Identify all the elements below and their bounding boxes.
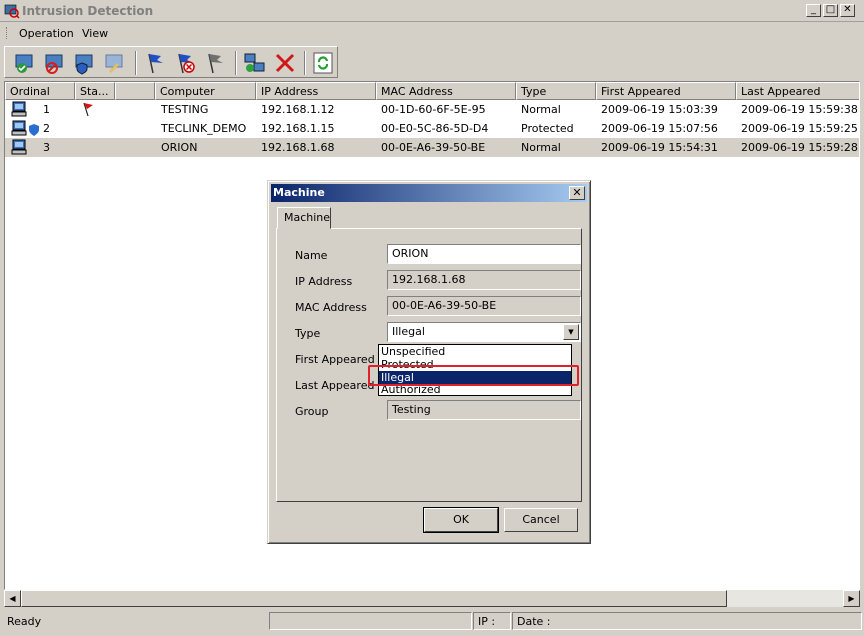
column-blank[interactable] (115, 82, 155, 100)
toolbar (4, 46, 338, 78)
cell-first-appeared: 2009-06-19 15:07:56 (601, 122, 718, 135)
computer-icon (11, 101, 27, 117)
column-ip-address[interactable]: IP Address (256, 82, 376, 100)
toolbar-separator (304, 51, 306, 75)
delete-icon[interactable] (273, 51, 297, 75)
cell-type: Normal (521, 141, 561, 154)
app-icon (4, 4, 20, 19)
cell-type: Normal (521, 103, 561, 116)
toolbar-separator (135, 51, 137, 75)
name-label: Name (295, 249, 328, 262)
cell-ordinal: 2 (43, 122, 50, 135)
table-row[interactable]: 2 TECLINK_DEMO 192.168.1.15 00-E0-5C-86-… (5, 119, 859, 138)
ip-address-field: 192.168.1.68 (387, 270, 581, 290)
machine-dialog: Machine ✕ Machine Name ORION IP Address … (267, 180, 591, 544)
cancel-button[interactable]: Cancel (504, 508, 578, 532)
tab-machine[interactable]: Machine (277, 207, 331, 229)
scroll-left-button[interactable]: ◀ (4, 590, 21, 607)
maximize-button[interactable]: □ (823, 4, 838, 17)
flag-gray-icon[interactable] (203, 51, 227, 75)
dialog-close-button[interactable]: ✕ (569, 186, 585, 200)
column-mac-address[interactable]: MAC Address (376, 82, 516, 100)
computer-icon (11, 139, 27, 155)
dialog-title-bar: Machine ✕ (271, 184, 587, 202)
column-computer[interactable]: Computer (155, 82, 256, 100)
cell-ip: 192.168.1.68 (261, 141, 335, 154)
cell-last-appeared: 2009-06-19 15:59:38 (741, 103, 858, 116)
list-header: Ordinal Sta... Computer IP Address MAC A… (5, 82, 859, 100)
cell-computer: ORION (161, 141, 198, 154)
type-select-value: Illegal (392, 325, 425, 338)
status-bar: Ready IP : Date : (0, 611, 864, 631)
cell-ip: 192.168.1.15 (261, 122, 335, 135)
dialog-title: Machine (273, 186, 325, 199)
group-label: Group (295, 405, 329, 418)
type-label: Type (295, 327, 321, 340)
last-appeared-label: Last Appeared (295, 379, 375, 392)
minimize-button[interactable]: _ (806, 4, 821, 17)
name-field[interactable]: ORION (387, 244, 581, 264)
red-flag-icon (83, 102, 93, 117)
ok-button[interactable]: OK (423, 507, 499, 533)
cell-ip: 192.168.1.12 (261, 103, 335, 116)
scroll-thumb[interactable] (21, 590, 727, 607)
cell-mac: 00-E0-5C-86-5D-D4 (381, 122, 489, 135)
table-row[interactable]: 1 TESTING 192.168.1.12 00-1D-60-6F-5E-95… (5, 100, 859, 119)
status-ready: Ready (7, 615, 42, 628)
status-date: Date : (512, 612, 862, 630)
menu-grip (6, 27, 8, 39)
cell-last-appeared: 2009-06-19 15:59:28 (741, 141, 858, 154)
edit-machine-icon[interactable] (103, 51, 127, 75)
type-option-unspecified[interactable]: Unspecified (379, 345, 571, 358)
menu-bar: Operation View (0, 23, 864, 43)
status-ip: IP : (473, 612, 511, 630)
protect-machine-icon[interactable] (73, 51, 97, 75)
column-status[interactable]: Sta... (75, 82, 115, 100)
column-ordinal[interactable]: Ordinal (5, 82, 75, 100)
cell-first-appeared: 2009-06-19 15:54:31 (601, 141, 718, 154)
type-select[interactable]: Illegal ▼ (387, 322, 581, 342)
scroll-right-button[interactable]: ▶ (843, 590, 860, 607)
ip-address-label: IP Address (295, 275, 353, 288)
flag-remove-icon[interactable] (173, 51, 197, 75)
table-row-selected[interactable]: 3 ORION 192.168.1.68 00-0E-A6-39-50-BE N… (5, 138, 859, 157)
approve-machine-icon[interactable] (13, 51, 37, 75)
mac-address-label: MAC Address (295, 301, 367, 314)
first-appeared-label: First Appeared (295, 353, 375, 366)
column-type[interactable]: Type (516, 82, 596, 100)
cell-mac: 00-1D-60-6F-5E-95 (381, 103, 486, 116)
close-button[interactable]: ✕ (840, 4, 855, 17)
cell-ordinal: 3 (43, 141, 50, 154)
group-field: Testing (387, 400, 581, 420)
menu-view[interactable]: View (82, 27, 108, 40)
cell-computer: TESTING (161, 103, 209, 116)
chevron-down-icon[interactable]: ▼ (563, 324, 579, 340)
toolbar-separator (235, 51, 237, 75)
refresh-icon[interactable] (311, 51, 335, 75)
network-scan-icon[interactable] (243, 51, 267, 75)
shield-icon (29, 124, 39, 136)
title-bar: Intrusion Detection _ □ ✕ (0, 0, 864, 22)
window-title: Intrusion Detection (22, 4, 154, 18)
menu-operation[interactable]: Operation (19, 27, 74, 40)
highlight-box (368, 365, 579, 386)
cell-first-appeared: 2009-06-19 15:03:39 (601, 103, 718, 116)
cell-mac: 00-0E-A6-39-50-BE (381, 141, 486, 154)
cell-last-appeared: 2009-06-19 15:59:25 (741, 122, 858, 135)
cell-type: Protected (521, 122, 574, 135)
horizontal-scrollbar[interactable]: ◀ ▶ (4, 590, 860, 607)
flag-blue-icon[interactable] (143, 51, 167, 75)
main-window: Intrusion Detection _ □ ✕ Operation View (0, 0, 864, 636)
mac-address-field: 00-0E-A6-39-50-BE (387, 296, 581, 316)
block-machine-icon[interactable] (43, 51, 67, 75)
column-first-appeared[interactable]: First Appeared (596, 82, 736, 100)
column-last-appeared[interactable]: Last Appeared (736, 82, 859, 100)
status-panel-empty (269, 612, 472, 630)
computer-icon (11, 120, 27, 136)
cell-ordinal: 1 (43, 103, 50, 116)
cell-computer: TECLINK_DEMO (161, 122, 247, 135)
